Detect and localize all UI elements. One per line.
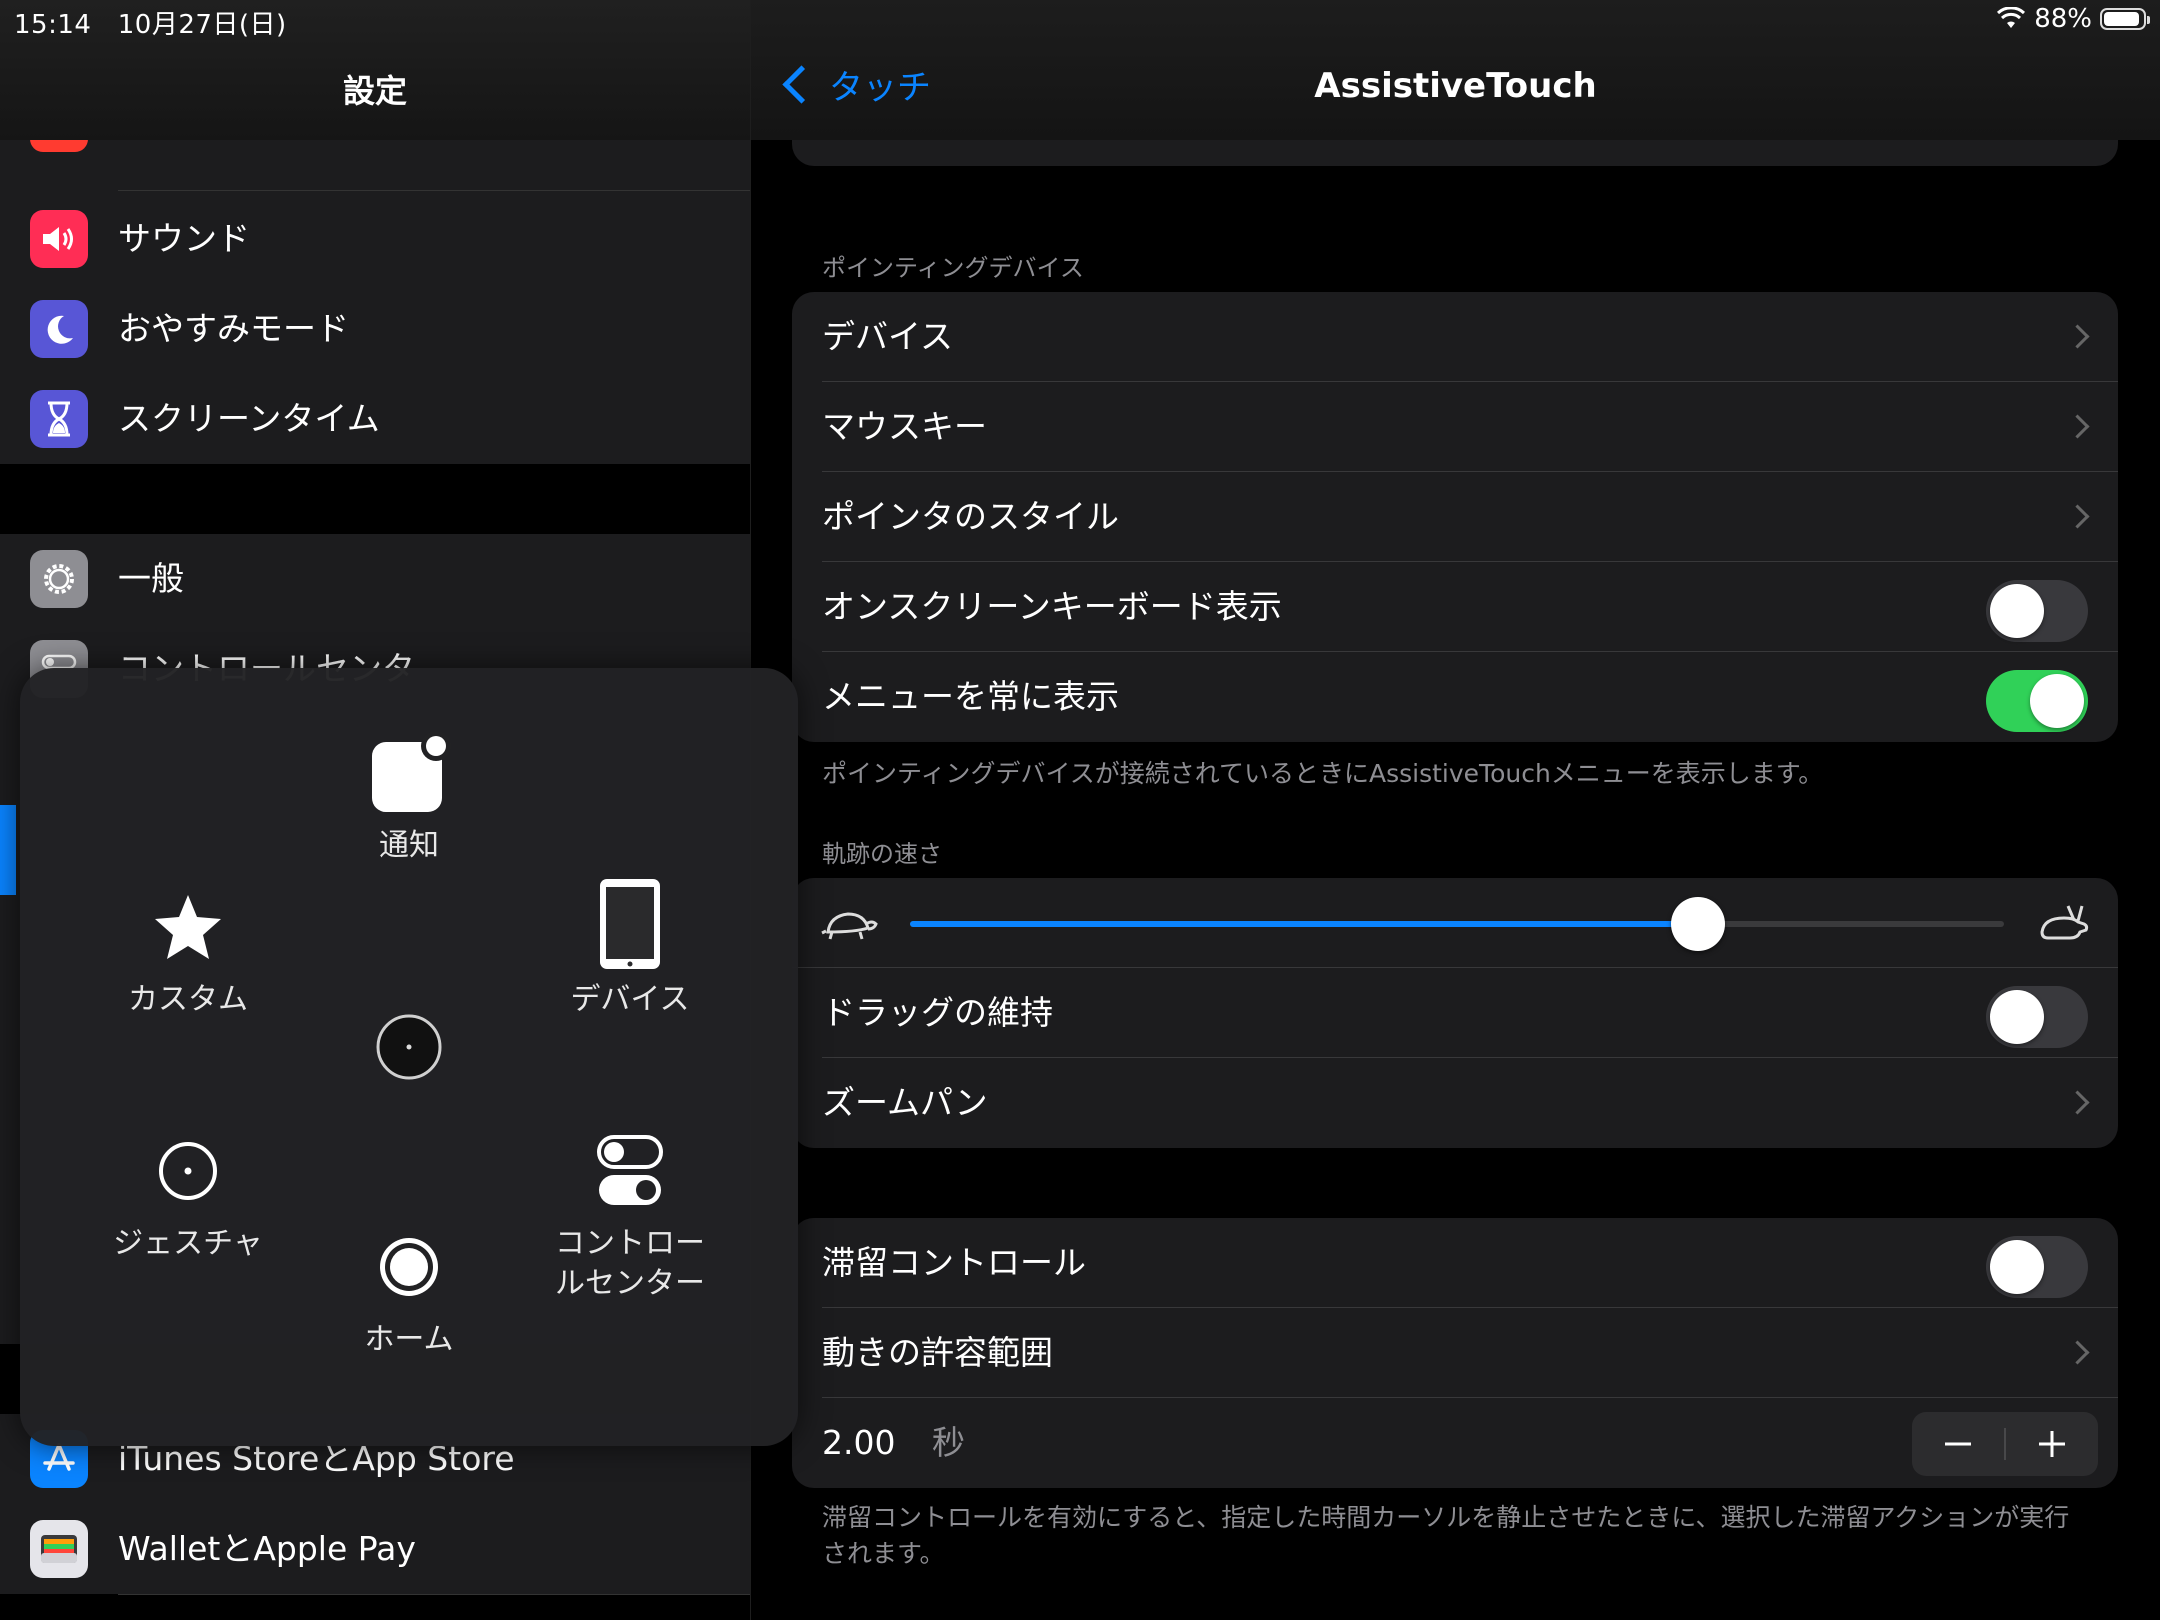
chevron-right-icon — [2065, 1090, 2090, 1115]
row-label: ズームパン — [822, 1083, 988, 1122]
gesture-circle-icon — [88, 1126, 288, 1216]
row-onscreen-keyboard: オンスクリーンキーボード表示 — [792, 562, 2118, 652]
at-control-center-button[interactable]: コントロールセンター — [530, 1126, 730, 1304]
home-button-icon — [309, 1222, 509, 1312]
tracking-group: ドラッグの維持 ズームパン — [792, 878, 2118, 1148]
row-always-show-menu: メニューを常に表示 — [792, 652, 2118, 742]
row-movement-tolerance[interactable]: 動きの許容範囲 — [792, 1308, 2118, 1398]
sidebar-item-do-not-disturb[interactable]: おやすみモード — [0, 284, 750, 375]
section-header-pointing: ポインティングデバイス — [822, 254, 1084, 282]
sidebar-item-label: WalletとApple Pay — [118, 1504, 750, 1595]
row-mouse-keys[interactable]: マウスキー — [792, 382, 2118, 472]
row-label: ドラッグの維持 — [822, 993, 1053, 1032]
pointer-center-icon — [309, 1002, 509, 1092]
chevron-right-icon — [2065, 504, 2090, 529]
status-time: 15:14 — [14, 10, 92, 40]
section-header-tracking: 軌跡の速さ — [822, 840, 942, 868]
at-control-center-label: コントロールセンター — [530, 1224, 730, 1304]
at-custom-label: カスタム — [128, 982, 248, 1017]
chevron-right-icon — [2065, 414, 2090, 439]
wifi-icon — [1997, 7, 2026, 28]
sidebar-item-general[interactable]: 一般 — [0, 534, 750, 625]
sidebar-item-screen-time[interactable]: スクリーンタイム — [0, 374, 750, 464]
plus-icon — [2039, 1431, 2065, 1457]
status-date: 10月27日(日) — [117, 10, 287, 40]
sidebar-item-label: おやすみモード — [118, 284, 750, 375]
sidebar-item-label: スクリーンタイム — [118, 399, 380, 438]
slider-fill — [910, 921, 1698, 927]
notifications-icon — [309, 728, 509, 818]
rabbit-icon — [2040, 905, 2089, 940]
at-device-label: デバイス — [570, 982, 690, 1017]
row-tracking-slider — [792, 878, 2118, 968]
row-label: ポインタのスタイル — [822, 497, 1119, 536]
page-title: AssistiveTouch — [1314, 66, 1597, 106]
row-zoom-pan[interactable]: ズームパン — [792, 1058, 2118, 1148]
dwell-time-stepper — [1912, 1412, 2098, 1476]
battery-icon — [2100, 8, 2150, 30]
chevron-right-icon — [2065, 1340, 2090, 1365]
onscreen-keyboard-toggle[interactable] — [1986, 580, 2088, 642]
slider-thumb[interactable] — [1670, 897, 1725, 951]
gear-icon — [30, 550, 88, 608]
at-notifications-button[interactable]: 通知 — [309, 728, 509, 866]
status-indicators: 88% — [1996, 4, 2150, 34]
at-center-indicator[interactable] — [309, 1002, 509, 1092]
at-home-button[interactable]: ホーム — [309, 1222, 509, 1360]
sidebar-item-label: 一般 — [118, 534, 750, 625]
sidebar-item-sounds[interactable]: サウンド — [0, 194, 750, 285]
turtle-icon — [821, 912, 878, 940]
row-label: オンスクリーンキーボード表示 — [822, 587, 1282, 626]
row-label: マウスキー — [822, 407, 987, 446]
row-devices[interactable]: デバイス — [792, 292, 2118, 382]
control-center-switches-icon — [530, 1126, 730, 1216]
row-dwell-time: 2.00 秒 — [792, 1398, 2118, 1488]
dwell-time-unit: 秒 — [932, 1423, 965, 1462]
assistivetouch-menu: 通知 カスタム デバイス ジェスチャ コントロールセンター ホーム — [20, 668, 798, 1446]
decrement-button[interactable] — [1912, 1412, 2004, 1476]
status-time-date: 15:14 10月27日(日) — [14, 4, 287, 41]
at-gesture-label: ジェスチャ — [113, 1226, 263, 1261]
at-gesture-button[interactable]: ジェスチャ — [88, 1126, 288, 1264]
tracking-speed-slider[interactable] — [910, 897, 2004, 951]
dwell-footer: 滞留コントロールを有効にすると、指定した時間カーソルを静止させたときに、選択した… — [822, 1503, 2070, 1568]
moon-icon — [30, 300, 88, 358]
row-dwell-control: 滞留コントロール — [792, 1218, 2118, 1308]
sidebar-item-label: サウンド — [118, 194, 750, 285]
row-label: デバイス — [822, 317, 954, 356]
row-pointer-style[interactable]: ポインタのスタイル — [792, 472, 2118, 562]
at-control-center-label-line1: コントロー — [555, 1226, 705, 1261]
drag-lock-toggle[interactable] — [1986, 986, 2088, 1048]
battery-percent: 88% — [2034, 4, 2092, 34]
at-home-label: ホーム — [364, 1322, 454, 1357]
dwell-time-value: 2.00 — [822, 1423, 896, 1462]
row-label: 滞留コントロール — [822, 1243, 1086, 1282]
hourglass-icon — [30, 390, 88, 448]
speaker-icon — [30, 210, 88, 268]
row-drag-lock: ドラッグの維持 — [792, 968, 2118, 1058]
wallet-icon — [30, 1520, 88, 1578]
sidebar-item-wallet[interactable]: WalletとApple Pay — [0, 1504, 750, 1595]
at-notifications-label: 通知 — [379, 828, 439, 863]
pointing-group: デバイス マウスキー ポインタのスタイル オンスクリーンキーボード表示 メニュー… — [792, 292, 2118, 742]
star-icon — [88, 882, 288, 972]
sidebar-title-label: 設定 — [342, 72, 407, 110]
always-show-menu-toggle[interactable] — [1986, 670, 2088, 732]
sidebar-selection-indicator — [0, 805, 16, 895]
dwell-group: 滞留コントロール 動きの許容範囲 2.00 秒 — [792, 1218, 2118, 1488]
at-custom-button[interactable]: カスタム — [88, 882, 288, 1020]
dwell-control-toggle[interactable] — [1986, 1236, 2088, 1298]
chevron-right-icon — [2065, 324, 2090, 349]
at-control-center-label-line2: ルセンター — [555, 1266, 705, 1301]
row-label: メニューを常に表示 — [822, 677, 1119, 716]
ipad-icon — [530, 879, 730, 972]
row-label: 動きの許容範囲 — [822, 1333, 1053, 1372]
pointing-footer: ポインティングデバイスが接続されているときにAssistiveTouchメニュー… — [822, 759, 1824, 788]
at-device-button[interactable]: デバイス — [530, 879, 730, 1020]
increment-button[interactable] — [2006, 1412, 2098, 1476]
sidebar-header-cover: 15:14 10月27日(日) 設定 — [0, 0, 750, 140]
minus-icon — [1945, 1442, 1971, 1446]
